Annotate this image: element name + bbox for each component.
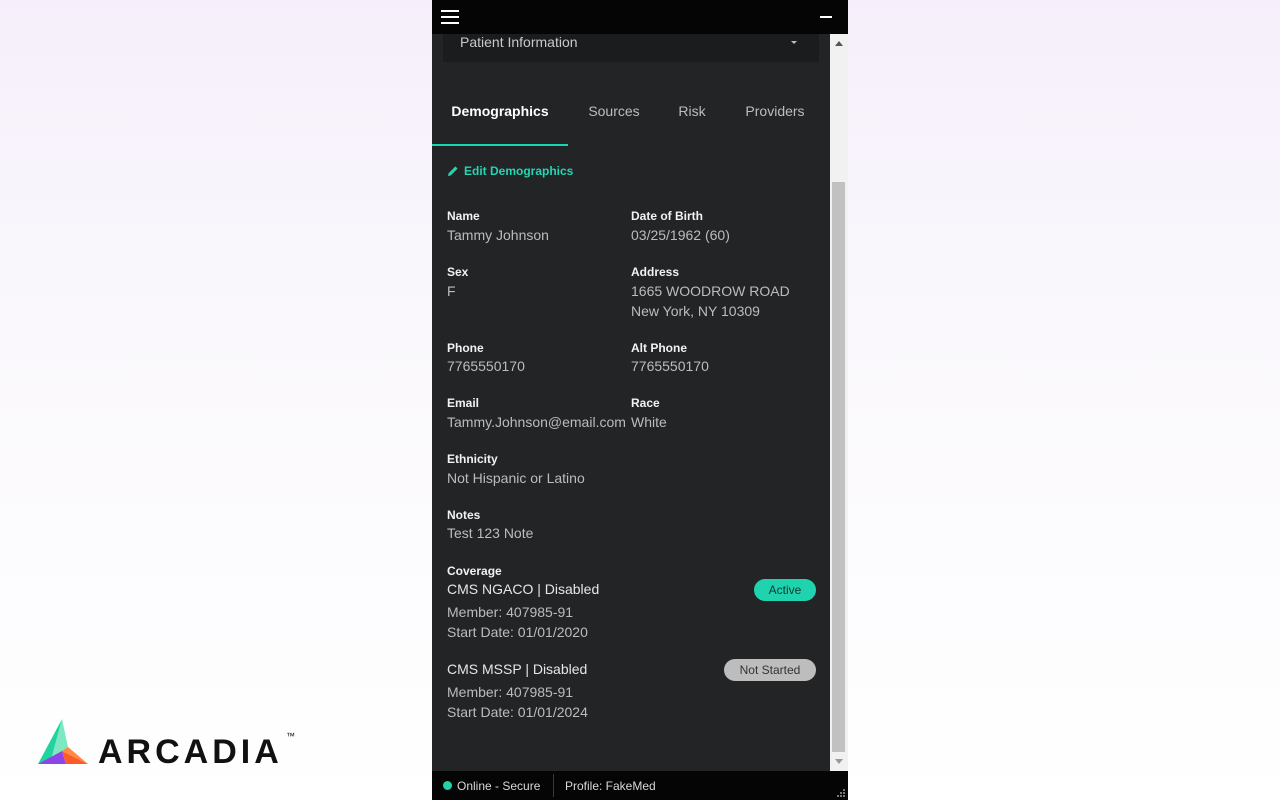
email-value: Tammy.Johnson@email.com <box>447 414 626 430</box>
vertical-scrollbar[interactable] <box>830 34 848 771</box>
dob-value: 03/25/1962 (60) <box>631 227 730 243</box>
alt-phone-label: Alt Phone <box>631 341 687 355</box>
race-label: Race <box>631 396 660 410</box>
content-area: Patient Information Demographics Sources… <box>432 34 830 771</box>
arcadia-logo-mark-icon: ARCADIA ™ <box>38 719 295 771</box>
phone-value: 7765550170 <box>447 358 525 374</box>
tab-demographics[interactable]: Demographics <box>432 96 568 146</box>
online-status-dot-icon <box>443 781 452 790</box>
logo-wordmark: ARCADIA <box>98 733 283 769</box>
scroll-up-arrow-icon[interactable] <box>835 41 843 46</box>
coverage-start-date: Start Date: 01/01/2024 <box>447 704 588 720</box>
scroll-down-arrow-icon[interactable] <box>835 759 843 764</box>
status-divider <box>553 774 554 797</box>
ethnicity-value: Not Hispanic or Latino <box>447 470 585 486</box>
email-label: Email <box>447 396 480 410</box>
notes-value: Test 123 Note <box>447 525 534 541</box>
coverage-member: Member: 407985-91 <box>447 684 574 700</box>
tab-providers[interactable]: Providers <box>738 96 812 146</box>
dropdown-label: Patient Information <box>460 34 578 50</box>
app-window: Patient Information Demographics Sources… <box>432 0 848 800</box>
tab-risk[interactable]: Risk <box>670 96 714 146</box>
arcadia-logo: ARCADIA ™ <box>36 717 298 771</box>
name-label: Name <box>447 209 480 223</box>
coverage-label: Coverage <box>447 564 502 578</box>
ethnicity-label: Ethnicity <box>447 452 498 466</box>
edit-demographics-link[interactable]: Edit Demographics <box>447 164 573 178</box>
address-label: Address <box>631 265 680 279</box>
status-badge-not-started: Not Started <box>724 659 816 681</box>
patient-info-dropdown[interactable]: Patient Information <box>443 34 819 62</box>
sex-label: Sex <box>447 265 469 279</box>
tab-sources[interactable]: Sources <box>580 96 648 146</box>
scrollbar-thumb[interactable] <box>832 182 845 752</box>
race-value: White <box>631 414 667 430</box>
name-value: Tammy Johnson <box>447 227 549 243</box>
dob-label: Date of Birth <box>631 209 703 223</box>
tab-bar: Demographics Sources Risk Providers <box>432 96 830 146</box>
alt-phone-value: 7765550170 <box>631 358 709 374</box>
coverage-start-date: Start Date: 01/01/2020 <box>447 624 588 640</box>
coverage-plan-name: CMS NGACO | Disabled <box>447 581 600 597</box>
minimize-icon[interactable] <box>820 16 832 18</box>
resize-grip-icon[interactable] <box>835 787 845 797</box>
title-bar <box>432 0 848 34</box>
profile-status: Profile: FakeMed <box>565 779 656 793</box>
logo-trademark: ™ <box>286 731 295 741</box>
connection-status: Online - Secure <box>457 779 541 793</box>
address-line2: New York, NY 10309 <box>631 303 760 319</box>
coverage-member: Member: 407985-91 <box>447 604 574 620</box>
coverage-plan-name: CMS MSSP | Disabled <box>447 661 588 677</box>
hamburger-menu-icon[interactable] <box>441 10 459 24</box>
edit-demographics-label: Edit Demographics <box>464 164 574 178</box>
status-badge-active: Active <box>754 579 816 601</box>
sex-value: F <box>447 283 456 299</box>
address-line1: 1665 WOODROW ROAD <box>631 283 790 299</box>
caret-down-icon <box>791 41 797 44</box>
phone-label: Phone <box>447 341 484 355</box>
status-bar: Online - Secure Profile: FakeMed <box>432 771 848 800</box>
pencil-icon <box>448 166 458 176</box>
notes-label: Notes <box>447 508 481 522</box>
